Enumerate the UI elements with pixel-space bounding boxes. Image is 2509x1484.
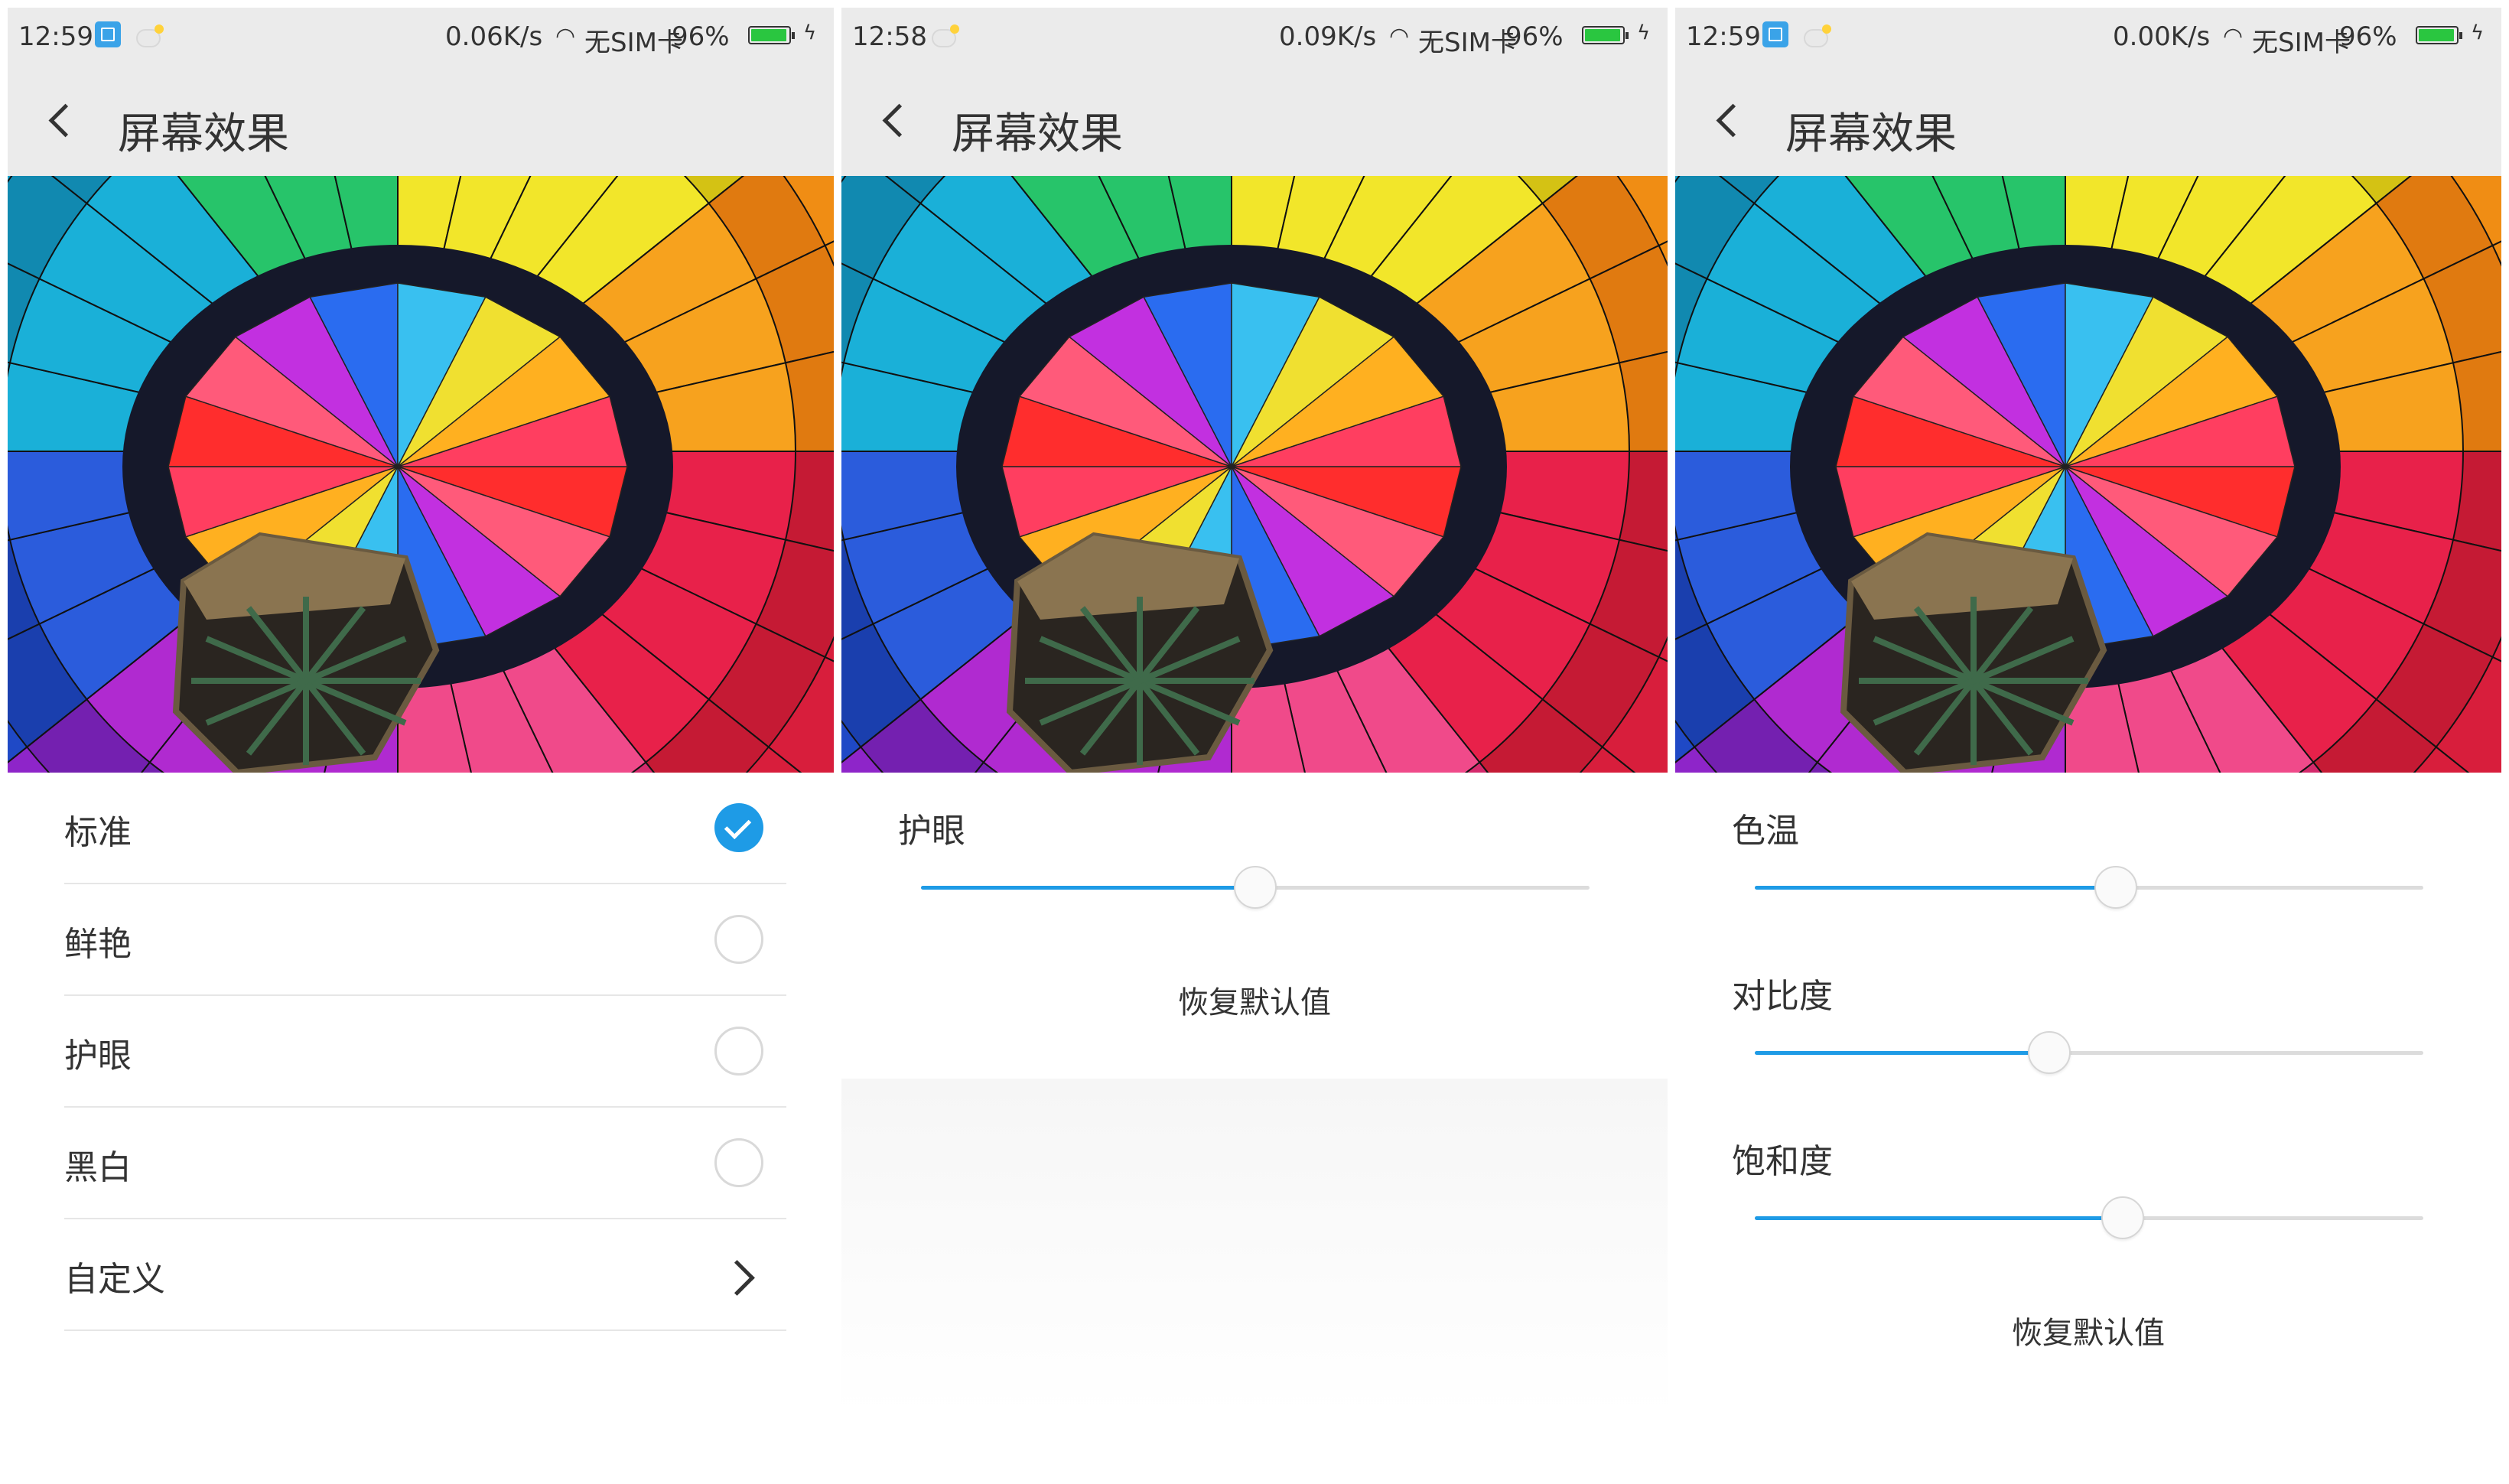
sim-status: 无SIM卡 bbox=[584, 28, 683, 58]
app-header: 屏幕效果 bbox=[8, 69, 834, 176]
app-header: 屏幕效果 bbox=[1675, 69, 2501, 176]
sim-status: 无SIM卡 bbox=[1418, 28, 1517, 58]
back-arrow-icon[interactable] bbox=[880, 103, 907, 142]
screen-effect-presets: 12:59 0.06K/s ◠ 无SIM卡 96% ϟ 屏幕效果 标准 鲜艳 护… bbox=[8, 8, 834, 1484]
page-title: 屏幕效果 bbox=[118, 109, 289, 159]
status-bar: 12:58 0.09K/s ◠ 无SIM卡 96% ϟ bbox=[841, 8, 1668, 69]
slider-thumb[interactable] bbox=[2027, 1031, 2071, 1074]
slider-label-color-temperature: 色温 bbox=[1732, 812, 1799, 851]
slider-thumb[interactable] bbox=[2101, 1196, 2144, 1239]
page-title: 屏幕效果 bbox=[952, 109, 1123, 159]
option-monochrome[interactable]: 黑白 bbox=[64, 1108, 786, 1219]
app-header: 屏幕效果 bbox=[841, 69, 1668, 176]
slider-label-eye-care: 护眼 bbox=[898, 812, 965, 851]
option-vivid[interactable]: 鲜艳 bbox=[64, 884, 786, 996]
radio-icon[interactable] bbox=[714, 1027, 763, 1076]
balloon-preview-image bbox=[8, 176, 834, 773]
option-eye-care[interactable]: 护眼 bbox=[64, 996, 786, 1108]
charging-icon: ϟ bbox=[2471, 21, 2485, 44]
sim-status: 无SIM卡 bbox=[2252, 28, 2351, 58]
slider-thumb[interactable] bbox=[1234, 866, 1277, 909]
status-time: 12:59 bbox=[18, 21, 93, 52]
empty-area bbox=[841, 1079, 1668, 1415]
check-icon[interactable] bbox=[714, 803, 763, 852]
slider-thumb[interactable] bbox=[2094, 866, 2137, 909]
balloon-preview-image bbox=[1675, 176, 2501, 773]
saturation-slider[interactable] bbox=[1755, 1196, 2423, 1239]
back-arrow-icon[interactable] bbox=[1713, 103, 1741, 142]
screen-effect-custom: 12:59 0.00K/s ◠ 无SIM卡 96% ϟ 屏幕效果 色温 对比度 … bbox=[1675, 8, 2501, 1484]
chevron-right-icon[interactable] bbox=[725, 1256, 759, 1297]
charging-icon: ϟ bbox=[803, 21, 817, 44]
reset-default-button[interactable]: 恢复默认值 bbox=[841, 978, 1668, 1022]
weather-icon bbox=[1804, 24, 1831, 47]
network-speed: 0.09K/s bbox=[1279, 21, 1377, 52]
page-title: 屏幕效果 bbox=[1785, 109, 1957, 159]
screen-effect-eye-care: 12:58 0.09K/s ◠ 无SIM卡 96% ϟ 屏幕效果 护眼 恢复默认… bbox=[841, 8, 1668, 1484]
wifi-icon: ◠ bbox=[1389, 23, 1410, 50]
balloon-preview-image bbox=[841, 176, 1668, 773]
color-temperature-slider[interactable] bbox=[1755, 866, 2423, 909]
network-speed: 0.00K/s bbox=[2113, 21, 2211, 52]
status-bar: 12:59 0.06K/s ◠ 无SIM卡 96% ϟ bbox=[8, 8, 834, 69]
battery-percent: 96% bbox=[1505, 21, 1564, 52]
network-speed: 0.06K/s bbox=[445, 21, 543, 52]
battery-percent: 96% bbox=[2339, 21, 2397, 52]
weather-icon bbox=[136, 24, 164, 47]
slider-fill bbox=[1755, 1051, 2049, 1055]
slider-label-saturation: 饱和度 bbox=[1732, 1142, 1833, 1181]
radio-icon[interactable] bbox=[714, 1138, 763, 1187]
status-time: 12:58 bbox=[852, 21, 927, 52]
slider-fill bbox=[1755, 886, 2116, 890]
battery-icon bbox=[2416, 26, 2462, 44]
contrast-slider[interactable] bbox=[1755, 1031, 2423, 1074]
option-label: 鲜艳 bbox=[64, 925, 132, 964]
battery-icon bbox=[748, 26, 795, 44]
weather-icon bbox=[932, 24, 959, 47]
battery-icon bbox=[1582, 26, 1629, 44]
battery-percent: 96% bbox=[672, 21, 730, 52]
status-time: 12:59 bbox=[1686, 21, 1761, 52]
slider-fill bbox=[1755, 1216, 2123, 1220]
status-bar: 12:59 0.00K/s ◠ 无SIM卡 96% ϟ bbox=[1675, 8, 2501, 69]
wifi-icon: ◠ bbox=[2223, 23, 2244, 50]
option-label: 标准 bbox=[64, 813, 132, 852]
option-label: 黑白 bbox=[64, 1148, 132, 1187]
option-label: 护眼 bbox=[64, 1037, 132, 1076]
radio-icon[interactable] bbox=[714, 915, 763, 964]
back-arrow-icon[interactable] bbox=[46, 103, 73, 142]
charging-icon: ϟ bbox=[1637, 21, 1651, 44]
screenshot-icon bbox=[95, 21, 121, 47]
slider-fill bbox=[921, 886, 1255, 890]
eye-care-slider[interactable] bbox=[921, 866, 1590, 909]
wifi-icon: ◠ bbox=[555, 23, 576, 50]
slider-label-contrast: 对比度 bbox=[1732, 977, 1833, 1016]
option-custom[interactable]: 自定义 bbox=[64, 1219, 786, 1331]
option-standard[interactable]: 标准 bbox=[64, 773, 786, 884]
reset-default-button[interactable]: 恢复默认值 bbox=[1675, 1308, 2501, 1352]
screenshot-icon bbox=[1762, 21, 1788, 47]
option-label: 自定义 bbox=[64, 1260, 165, 1299]
